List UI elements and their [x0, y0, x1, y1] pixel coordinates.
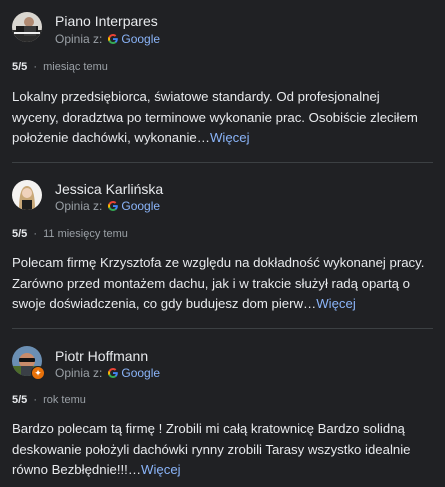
review-text: Polecam firmę Krzysztofa ze względu na d… — [12, 253, 430, 315]
review-body: Polecam firmę Krzysztofa ze względu na d… — [12, 255, 425, 311]
review-text: Bardzo polecam tą firmę ! Zrobili mi cał… — [12, 419, 430, 481]
source-prefix: Opinia z: — [55, 32, 103, 46]
rating-row: 5/5 · 11 miesięcy temu — [12, 228, 128, 240]
more-link[interactable]: Więcej — [316, 296, 356, 311]
ellipsis: … — [303, 296, 317, 311]
avatar-image-icon — [12, 12, 42, 42]
review-body: Bardzo polecam tą firmę ! Zrobili mi cał… — [12, 421, 411, 477]
source-prefix: Opinia z: — [55, 199, 103, 213]
local-guide-badge-icon: ✦ — [31, 366, 45, 380]
separator: · — [33, 61, 38, 73]
review-source: Opinia z: Google — [55, 32, 160, 46]
review-source: Opinia z: Google — [55, 366, 160, 380]
avatar[interactable] — [12, 12, 42, 42]
review-text: Lokalny przedsiębiorca, światowe standar… — [12, 87, 430, 149]
avatar[interactable] — [12, 180, 42, 210]
rating-row: 5/5 · miesiąc temu — [12, 61, 108, 73]
source-prefix: Opinia z: — [55, 366, 103, 380]
review-time: 11 miesięcy temu — [43, 228, 128, 240]
author-name[interactable]: Piano Interpares — [55, 13, 158, 29]
separator: · — [33, 228, 38, 240]
author-name[interactable]: Jessica Karlińska — [55, 181, 163, 197]
rating-score: 5/5 — [12, 228, 28, 240]
ellipsis: … — [127, 462, 142, 477]
google-icon — [108, 201, 119, 211]
divider — [12, 328, 433, 329]
more-link[interactable]: Więcej — [210, 130, 250, 145]
rating-score: 5/5 — [12, 61, 28, 73]
rating-row: 5/5 · rok temu — [12, 394, 86, 406]
separator: · — [33, 394, 38, 406]
source-name[interactable]: Google — [121, 32, 160, 46]
divider — [12, 162, 433, 163]
review-time: miesiąc temu — [43, 61, 108, 73]
review-time: rok temu — [43, 394, 86, 406]
author-name[interactable]: Piotr Hoffmann — [55, 348, 148, 364]
source-name[interactable]: Google — [121, 366, 160, 380]
google-icon — [108, 34, 119, 44]
ellipsis: … — [196, 130, 210, 145]
review-source: Opinia z: Google — [55, 199, 160, 213]
avatar-image-icon — [12, 180, 42, 210]
google-icon — [108, 368, 119, 378]
source-name[interactable]: Google — [121, 199, 160, 213]
more-link[interactable]: Więcej — [141, 462, 181, 477]
rating-score: 5/5 — [12, 394, 28, 406]
